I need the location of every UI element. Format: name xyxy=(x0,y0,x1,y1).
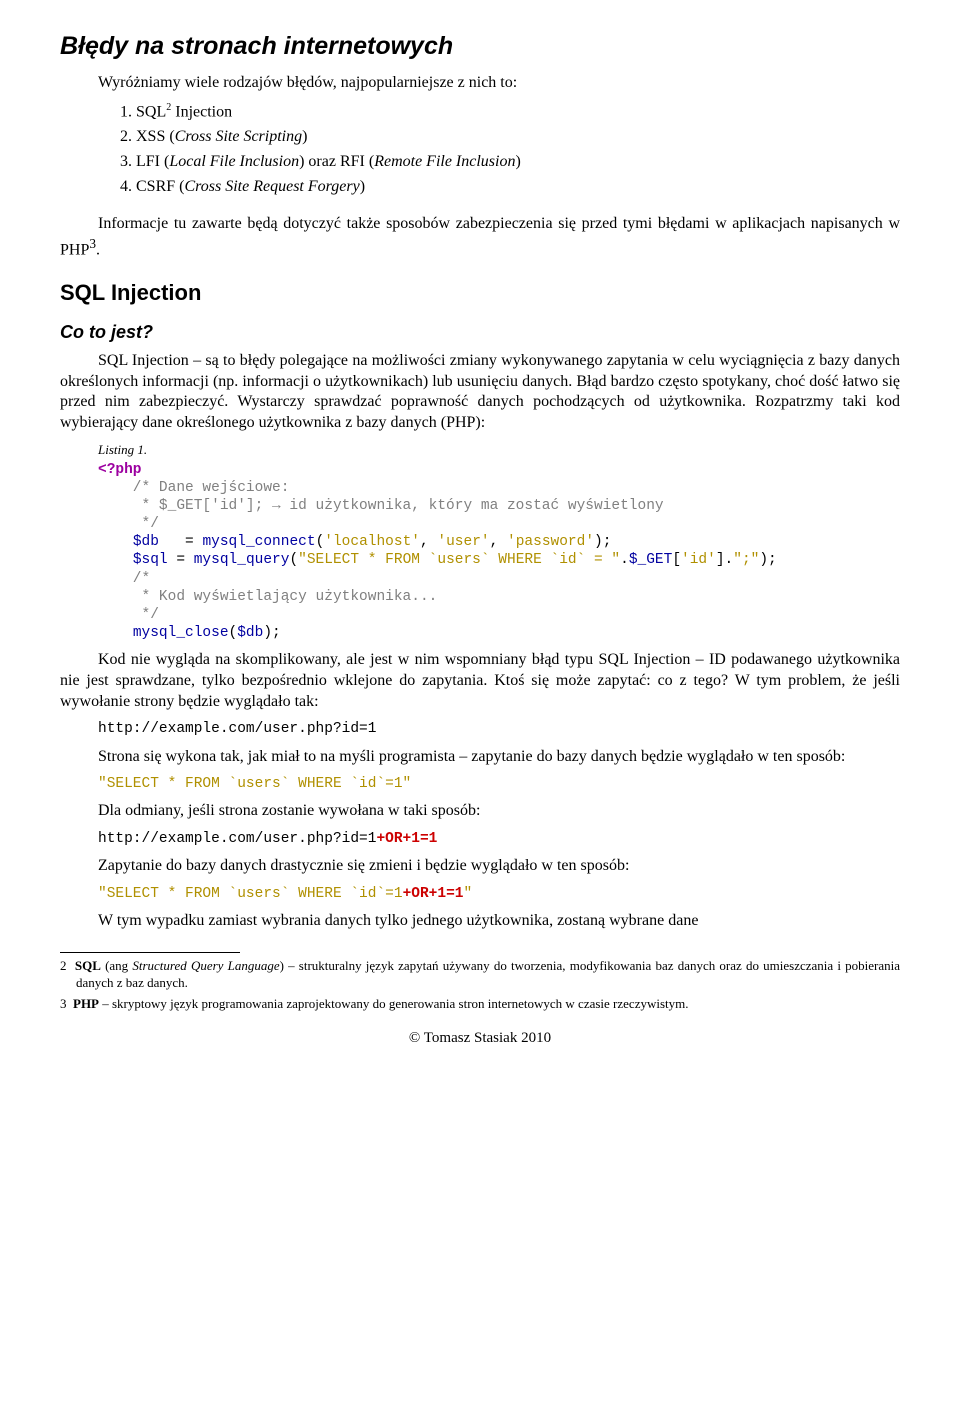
code-string: 'localhost' xyxy=(324,534,420,550)
code-string: 'password' xyxy=(507,534,594,550)
list-italic: Local File Inclusion xyxy=(169,153,299,170)
list-item: 2. XSS (Cross Site Scripting) xyxy=(120,127,900,148)
code-block: <?php /* Dane wejściowe: * $_GET['id']; … xyxy=(98,461,900,642)
code-text: ); xyxy=(594,534,611,550)
list-text: CSRF ( xyxy=(136,178,184,195)
code-var: $db xyxy=(237,625,263,641)
page-title: Błędy na stronach internetowych xyxy=(60,30,900,63)
sql-highlight: +OR+1=1 xyxy=(403,886,464,902)
paragraph: Kod nie wygląda na skomplikowany, ale je… xyxy=(60,650,900,712)
url-highlight: +OR+1=1 xyxy=(376,831,437,847)
code-comment: */ xyxy=(98,607,159,623)
url-text: http://example.com/user.php?id=1 xyxy=(98,831,376,847)
code-text: ); xyxy=(263,625,280,641)
code-func: mysql_connect xyxy=(202,534,315,550)
para-text: Informacje tu zawarte będą dotyczyć takż… xyxy=(60,215,900,258)
code-string: ";" xyxy=(733,552,759,568)
code-comment: * Kod wyświetlający użytkownika... xyxy=(98,589,437,605)
footnote: 3 PHP – skryptowy język programowania za… xyxy=(60,996,900,1013)
code-text: = xyxy=(168,552,194,568)
code-sql: "SELECT * FROM `users` WHERE `id`=1" xyxy=(98,775,900,793)
code-text: , xyxy=(490,534,507,550)
code-var: $db xyxy=(133,534,159,550)
footnote: 2 SQL (ang Structured Query Language) – … xyxy=(60,958,900,992)
list-text: ) xyxy=(360,178,365,195)
code-paren: ( xyxy=(289,552,298,568)
code-var: $sql xyxy=(133,552,168,568)
list-italic: Remote File Inclusion xyxy=(374,153,515,170)
list-text: ) xyxy=(515,153,520,170)
footnote-text: (ang xyxy=(101,958,132,973)
list-num: 1. xyxy=(120,104,132,121)
list-italic: Cross Site Scripting xyxy=(175,128,302,145)
code-text: ] xyxy=(716,552,725,568)
code-php-open: <?php xyxy=(98,462,142,478)
list-num: 2. xyxy=(120,128,132,145)
code-comment: /* Dane wejściowe: xyxy=(98,480,289,496)
footnote-text: – skryptowy język programowania zaprojek… xyxy=(99,996,689,1011)
list-italic: Cross Site Request Forgery xyxy=(184,178,359,195)
code-text: . xyxy=(620,552,629,568)
code-string: 'user' xyxy=(437,534,489,550)
code-func: mysql_close xyxy=(133,625,229,641)
section-title: SQL Injection xyxy=(60,279,900,308)
page-footer: © Tomasz Stasiak 2010 xyxy=(60,1029,900,1049)
code-paren: ( xyxy=(316,534,325,550)
code-text: [ xyxy=(672,552,681,568)
sql-string: "SELECT * FROM `users` WHERE `id`=1" xyxy=(98,776,411,792)
footnote-num: 2 xyxy=(60,958,67,973)
code-text: ); xyxy=(759,552,776,568)
paragraph: W tym wypadku zamiast wybrania danych ty… xyxy=(60,911,900,932)
list-text: ) oraz RFI ( xyxy=(299,153,374,170)
error-type-list: 1. SQL2 Injection 2. XSS (Cross Site Scr… xyxy=(120,101,900,198)
listing-label: Listing 1. xyxy=(98,442,900,459)
footnote-num: 3 xyxy=(60,996,67,1011)
code-string: 'id' xyxy=(681,552,716,568)
list-item: 1. SQL2 Injection xyxy=(120,101,900,123)
code-text: = xyxy=(159,534,203,550)
list-text: LFI ( xyxy=(136,153,169,170)
paragraph: Dla odmiany, jeśli strona zostanie wywoł… xyxy=(60,801,900,822)
code-comment: /* xyxy=(98,571,150,587)
code-paren: ( xyxy=(229,625,238,641)
code-func: mysql_query xyxy=(194,552,290,568)
sql-string: "SELECT * FROM `users` WHERE `id`=1 xyxy=(98,886,403,902)
paragraph: Strona się wykona tak, jak miał to na my… xyxy=(60,747,900,768)
footnote-term: SQL xyxy=(75,958,101,973)
code-comment: * $_GET['id']; → id użytkownika, który m… xyxy=(98,498,664,514)
footnote-term: PHP xyxy=(73,996,99,1011)
sql-string: " xyxy=(463,886,472,902)
subsection-title: Co to jest? xyxy=(60,321,900,344)
list-item: 4. CSRF (Cross Site Request Forgery) xyxy=(120,177,900,198)
code-text: . xyxy=(725,552,734,568)
code-string: "SELECT * FROM `users` WHERE `id` = " xyxy=(298,552,620,568)
list-text: SQL xyxy=(136,104,166,121)
list-text: ) xyxy=(302,128,307,145)
paragraph: Informacje tu zawarte będą dotyczyć takż… xyxy=(60,214,900,261)
paragraph: Zapytanie do bazy danych drastycznie się… xyxy=(60,856,900,877)
code-url: http://example.com/user.php?id=1+OR+1=1 xyxy=(98,830,900,848)
footnote-italic: Structured Query Language xyxy=(132,958,279,973)
list-item: 3. LFI (Local File Inclusion) oraz RFI (… xyxy=(120,152,900,173)
code-sql: "SELECT * FROM `users` WHERE `id`=1+OR+1… xyxy=(98,885,900,903)
para-text: . xyxy=(96,241,100,258)
intro-text: Wyróżniamy wiele rodzajów błędów, najpop… xyxy=(60,73,900,94)
code-var: $_GET xyxy=(629,552,673,568)
footnote-separator xyxy=(60,952,240,953)
list-num: 4. xyxy=(120,178,132,195)
code-url: http://example.com/user.php?id=1 xyxy=(98,720,900,738)
paragraph: SQL Injection – są to błędy polegające n… xyxy=(60,351,900,434)
list-text: XSS ( xyxy=(136,128,175,145)
list-text: Injection xyxy=(171,104,232,121)
list-num: 3. xyxy=(120,153,132,170)
code-comment: */ xyxy=(98,516,159,532)
code-text: , xyxy=(420,534,437,550)
